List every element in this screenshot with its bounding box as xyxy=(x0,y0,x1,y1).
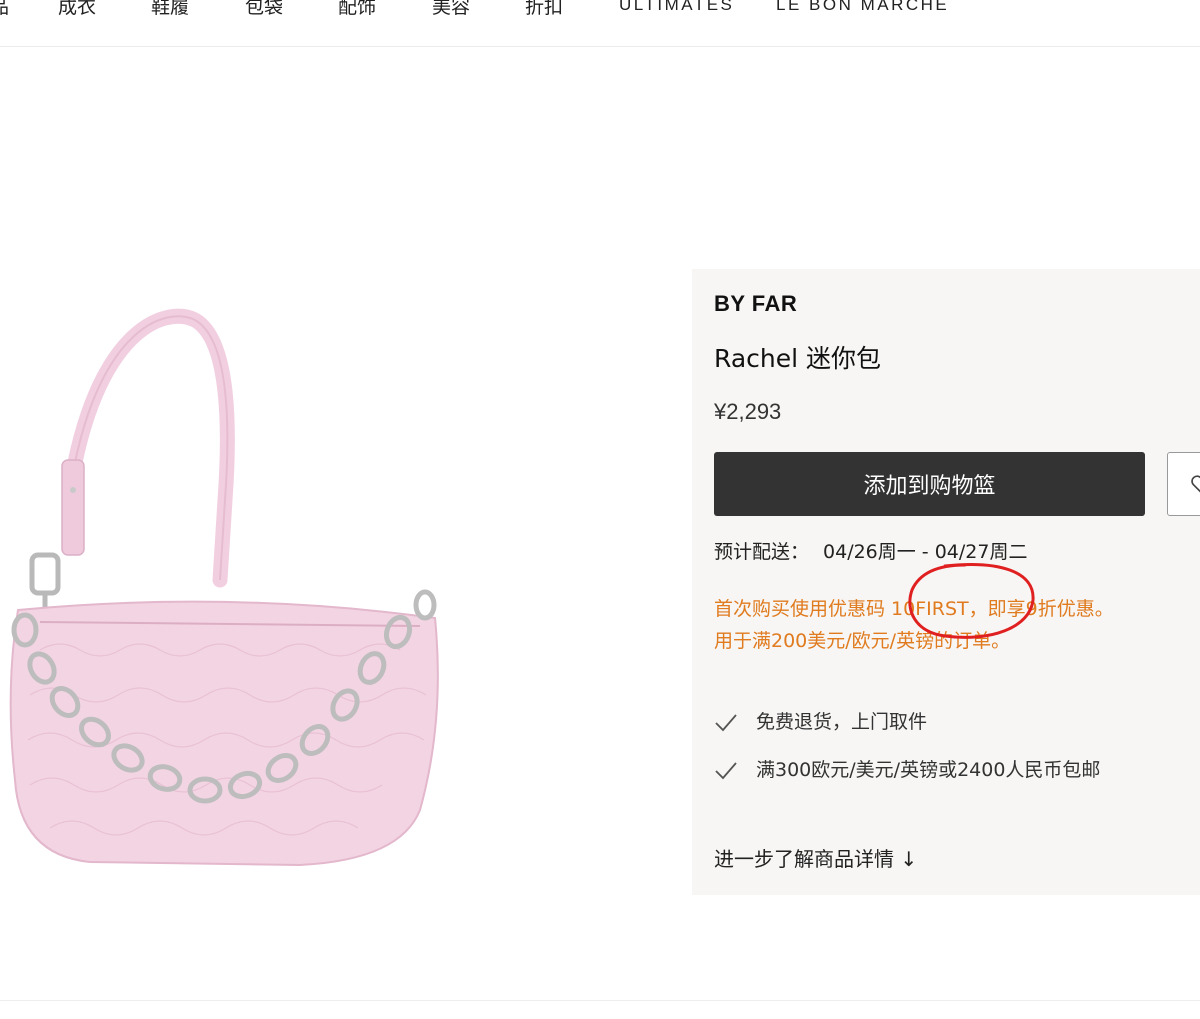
divider xyxy=(0,1000,1200,1001)
product-details-link[interactable]: 进一步了解商品详情 ↓ xyxy=(714,843,917,872)
nav-item-sale[interactable]: 折扣 xyxy=(525,0,563,19)
delivery-label: 预计配送： xyxy=(714,541,810,563)
nav-item-beauty[interactable]: 美容 xyxy=(432,0,470,19)
top-navigation: 品 成衣 鞋履 包袋 配饰 美容 折扣 ULTIMATES LE BON MAR… xyxy=(0,0,1200,47)
wishlist-button[interactable] xyxy=(1167,452,1200,516)
feature-free-shipping: 满300欧元/美元/英镑或2400人民币包邮 xyxy=(714,755,1100,782)
product-info-panel: BY FAR Rachel 迷你包 ¥2,293 添加到购物篮 预计配送： 04/… xyxy=(692,269,1200,895)
check-icon xyxy=(715,713,737,731)
add-to-bag-button[interactable]: 添加到购物篮 xyxy=(714,452,1145,516)
heart-icon xyxy=(1191,475,1200,493)
promo-line-1: 首次购买使用优惠码 10FIRST，即享9折优惠。 xyxy=(714,598,1114,620)
nav-item-accessories[interactable]: 配饰 xyxy=(338,0,376,19)
nav-item-clothing[interactable]: 成衣 xyxy=(58,0,96,19)
product-price: ¥2,293 xyxy=(714,399,782,424)
nav-item-ultimates[interactable]: ULTIMATES xyxy=(619,0,734,15)
promo-line-2: 用于满200美元/欧元/英镑的订单。 xyxy=(714,630,1011,652)
feature-free-returns: 免费退货，上门取件 xyxy=(714,707,927,734)
product-image[interactable] xyxy=(0,300,460,880)
delivery-dates: 04/26周一 - 04/27周二 xyxy=(823,541,1028,563)
brand-name[interactable]: BY FAR xyxy=(714,291,797,317)
promo-message: 首次购买使用优惠码 10FIRST，即享9折优惠。 用于满200美元/欧元/英镑… xyxy=(714,593,1114,657)
nav-item-le-bon-marche[interactable]: LE BON MARCHÉ xyxy=(776,0,949,15)
feature-label: 免费退货，上门取件 xyxy=(756,711,928,733)
check-icon xyxy=(715,761,737,779)
feature-label: 满300欧元/美元/英镑或2400人民币包邮 xyxy=(756,759,1101,781)
product-name: Rachel 迷你包 xyxy=(714,344,882,373)
nav-item-bags[interactable]: 包袋 xyxy=(245,0,283,19)
estimated-delivery: 预计配送： 04/26周一 - 04/27周二 xyxy=(714,537,1027,564)
nav-item-shoes[interactable]: 鞋履 xyxy=(151,0,189,19)
nav-item-new[interactable]: 品 xyxy=(0,0,9,19)
